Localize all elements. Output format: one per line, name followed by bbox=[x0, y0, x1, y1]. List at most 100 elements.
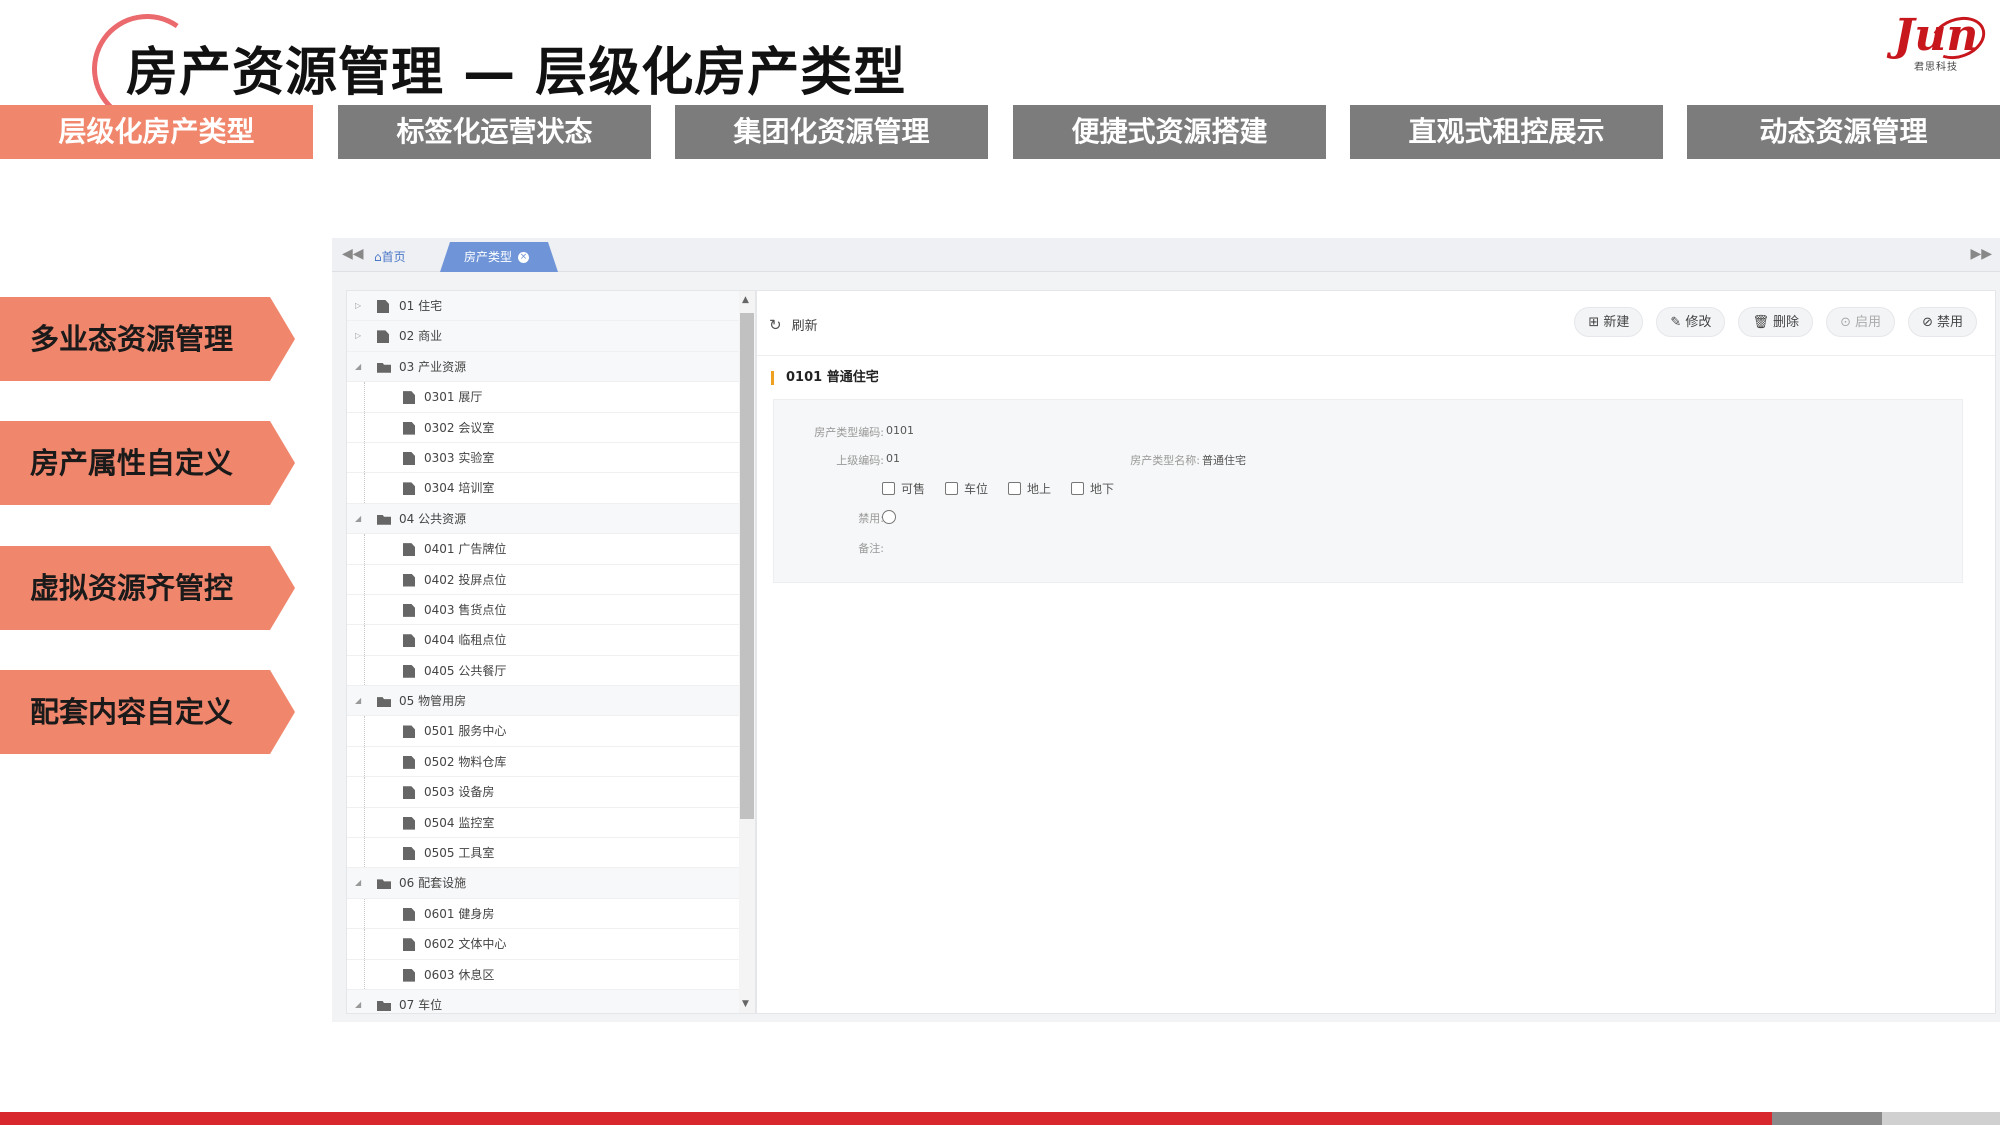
tree-node-label: 0501 服务中心 bbox=[424, 724, 507, 739]
expanded-triangle-icon[interactable]: ◢ bbox=[355, 352, 361, 382]
tree-node[interactable]: ▷ 01 住宅 bbox=[347, 291, 755, 322]
tree-node-label: 0405 公共餐厅 bbox=[424, 663, 507, 678]
enable-button[interactable]: ⊙ 启用 bbox=[1826, 307, 1895, 337]
tree-node[interactable]: ◢ 07 车位 bbox=[347, 989, 755, 1013]
tree-node-label: 0601 健身房 bbox=[424, 906, 495, 921]
scroll-right-icon[interactable]: ▶▶ bbox=[1970, 246, 1992, 262]
checkbox-label: 地上 bbox=[1027, 482, 1052, 496]
tree-scrollbar[interactable]: ▲ ▼ bbox=[739, 291, 755, 1013]
disable-button[interactable]: ⊘ 禁用 bbox=[1908, 307, 1977, 337]
refresh-button[interactable]: ↻ 刷新 bbox=[769, 315, 818, 334]
tree-node[interactable]: 0402 投屏点位 bbox=[347, 564, 755, 595]
tree-guide-line bbox=[364, 382, 365, 412]
tree-node[interactable]: ◢ 05 物管用房 bbox=[347, 686, 755, 717]
expanded-triangle-icon[interactable]: ◢ bbox=[355, 686, 361, 716]
tree-node-label: 0504 监控室 bbox=[424, 815, 495, 830]
tree-guide-line bbox=[364, 412, 365, 442]
tab-property-type[interactable]: 房产类型 × bbox=[440, 242, 558, 272]
scrollbar-thumb[interactable] bbox=[740, 313, 754, 819]
collapsed-triangle-icon[interactable]: ▷ bbox=[355, 321, 361, 351]
tab-group-resources[interactable]: 集团化资源管理 bbox=[675, 105, 988, 159]
tree-guide-line bbox=[364, 655, 365, 686]
delete-button[interactable]: 🗑 删除 bbox=[1738, 307, 1813, 337]
tree-rows: ▷ 01 住宅 ▷ 02 商业 ◢ 03 产业资源 0301 展厅 0302 会议室 0303 … bbox=[347, 291, 755, 1013]
edit-icon: ✎ bbox=[1670, 315, 1682, 330]
tab-quick-setup[interactable]: 便捷式资源搭建 bbox=[1013, 105, 1326, 159]
tree-node[interactable]: ◢ 06 配套设施 bbox=[347, 868, 755, 899]
tree-node-label: 0404 临租点位 bbox=[424, 633, 507, 648]
tree-node[interactable]: 0601 健身房 bbox=[347, 898, 755, 930]
tab-hierarchical-types[interactable]: 层级化房产类型 bbox=[0, 105, 313, 159]
tree-guide-line bbox=[364, 898, 365, 929]
checkbox-underground[interactable]: 地下 bbox=[1071, 480, 1114, 497]
tree-guide-line bbox=[364, 625, 365, 655]
side-feature-custom-facilities: 配套内容自定义 bbox=[0, 670, 295, 754]
tree-node[interactable]: 0302 会议室 bbox=[347, 412, 755, 443]
type-name-label: 房产类型名称: bbox=[1130, 454, 1200, 467]
file-icon bbox=[403, 603, 415, 617]
scroll-left-icon[interactable]: ◀◀ bbox=[342, 246, 364, 262]
tree-node[interactable]: 0502 物料仓库 bbox=[347, 746, 755, 778]
ban-icon: ⊘ bbox=[1922, 315, 1933, 330]
edit-button-label: 修改 bbox=[1685, 315, 1712, 330]
scroll-down-icon[interactable]: ▼ bbox=[742, 999, 749, 1009]
tree-node[interactable]: ◢ 04 公共资源 bbox=[347, 503, 755, 535]
file-icon bbox=[403, 938, 415, 952]
tab-dynamic-resources[interactable]: 动态资源管理 bbox=[1687, 105, 2000, 159]
checkbox-above-ground[interactable]: 地上 bbox=[1008, 480, 1051, 497]
checkbox-box[interactable] bbox=[1071, 482, 1084, 495]
tree-node[interactable]: 0504 监控室 bbox=[347, 807, 755, 839]
tree-node[interactable]: 0404 临租点位 bbox=[347, 625, 755, 656]
tab-tagged-status[interactable]: 标签化运营状态 bbox=[338, 105, 651, 159]
tree-node-label: 06 配套设施 bbox=[399, 876, 467, 891]
expanded-triangle-icon[interactable]: ◢ bbox=[355, 990, 361, 1013]
tree-node-label: 0503 设备房 bbox=[424, 785, 495, 800]
tree-node[interactable]: 0401 广告牌位 bbox=[347, 534, 755, 565]
tree-node[interactable]: 0403 售货点位 bbox=[347, 594, 755, 626]
file-icon bbox=[377, 300, 389, 313]
tree-node[interactable]: 0301 展厅 bbox=[347, 382, 755, 413]
side-feature-label: 虚拟资源齐管控 bbox=[30, 571, 234, 605]
expanded-triangle-icon[interactable]: ◢ bbox=[355, 504, 361, 534]
tree-node[interactable]: 0505 工具室 bbox=[347, 838, 755, 869]
tree-node-label: 02 商业 bbox=[399, 329, 443, 344]
tree-guide-line bbox=[364, 929, 365, 959]
tree-node[interactable]: ▷ 02 商业 bbox=[347, 321, 755, 352]
code-value: 0101 bbox=[886, 424, 914, 437]
collapsed-triangle-icon[interactable]: ▷ bbox=[355, 291, 361, 321]
scroll-up-icon[interactable]: ▲ bbox=[742, 295, 749, 305]
enable-button-label: 启用 bbox=[1854, 315, 1881, 330]
file-icon bbox=[377, 330, 389, 344]
file-icon bbox=[403, 755, 415, 769]
detail-panel: ↻ 刷新 ⊞ 新建 ✎ 修改 🗑 删除 ⊙ 启用 ⊘ 禁用 0101 普通住宅 房产类型编码… bbox=[756, 290, 1996, 1014]
checkbox-for-sale[interactable]: 可售 bbox=[882, 480, 925, 497]
checkbox-box[interactable] bbox=[1008, 482, 1021, 495]
disabled-radio[interactable] bbox=[882, 510, 896, 524]
tree-node[interactable]: 0503 设备房 bbox=[347, 777, 755, 808]
tree-node[interactable]: 0405 公共餐厅 bbox=[347, 655, 755, 687]
folder-open-icon bbox=[377, 697, 391, 708]
tree-node[interactable]: 0602 文体中心 bbox=[347, 929, 755, 960]
close-tab-icon[interactable]: × bbox=[518, 252, 530, 263]
file-icon bbox=[403, 421, 415, 435]
tree-node[interactable]: 0304 培训室 bbox=[347, 473, 755, 504]
feature-tabs: 层级化房产类型 标签化运营状态 集团化资源管理 便捷式资源搭建 直观式租控展示 … bbox=[0, 105, 2000, 159]
checkbox-label: 可售 bbox=[901, 482, 926, 496]
side-feature-label: 房产属性自定义 bbox=[30, 446, 234, 480]
edit-button[interactable]: ✎ 修改 bbox=[1656, 307, 1726, 337]
tree-guide-line bbox=[364, 716, 365, 746]
section-title: 0101 普通住宅 bbox=[771, 371, 879, 385]
tree-node[interactable]: 0603 休息区 bbox=[347, 959, 755, 990]
tree-node[interactable]: 0303 实验室 bbox=[347, 442, 755, 474]
tree-node[interactable]: ◢ 03 产业资源 bbox=[347, 351, 755, 383]
checkbox-box[interactable] bbox=[882, 482, 895, 495]
parent-code-label: 上级编码: bbox=[836, 454, 884, 467]
checkbox-parking[interactable]: 车位 bbox=[945, 480, 988, 497]
refresh-label: 刷新 bbox=[791, 319, 818, 334]
home-tab[interactable]: ⌂首页 bbox=[374, 248, 406, 265]
tree-node[interactable]: 0501 服务中心 bbox=[347, 716, 755, 747]
tab-rent-control-view[interactable]: 直观式租控展示 bbox=[1350, 105, 1663, 159]
expanded-triangle-icon[interactable]: ◢ bbox=[355, 868, 361, 898]
checkbox-box[interactable] bbox=[945, 482, 958, 495]
new-button[interactable]: ⊞ 新建 bbox=[1574, 307, 1644, 337]
